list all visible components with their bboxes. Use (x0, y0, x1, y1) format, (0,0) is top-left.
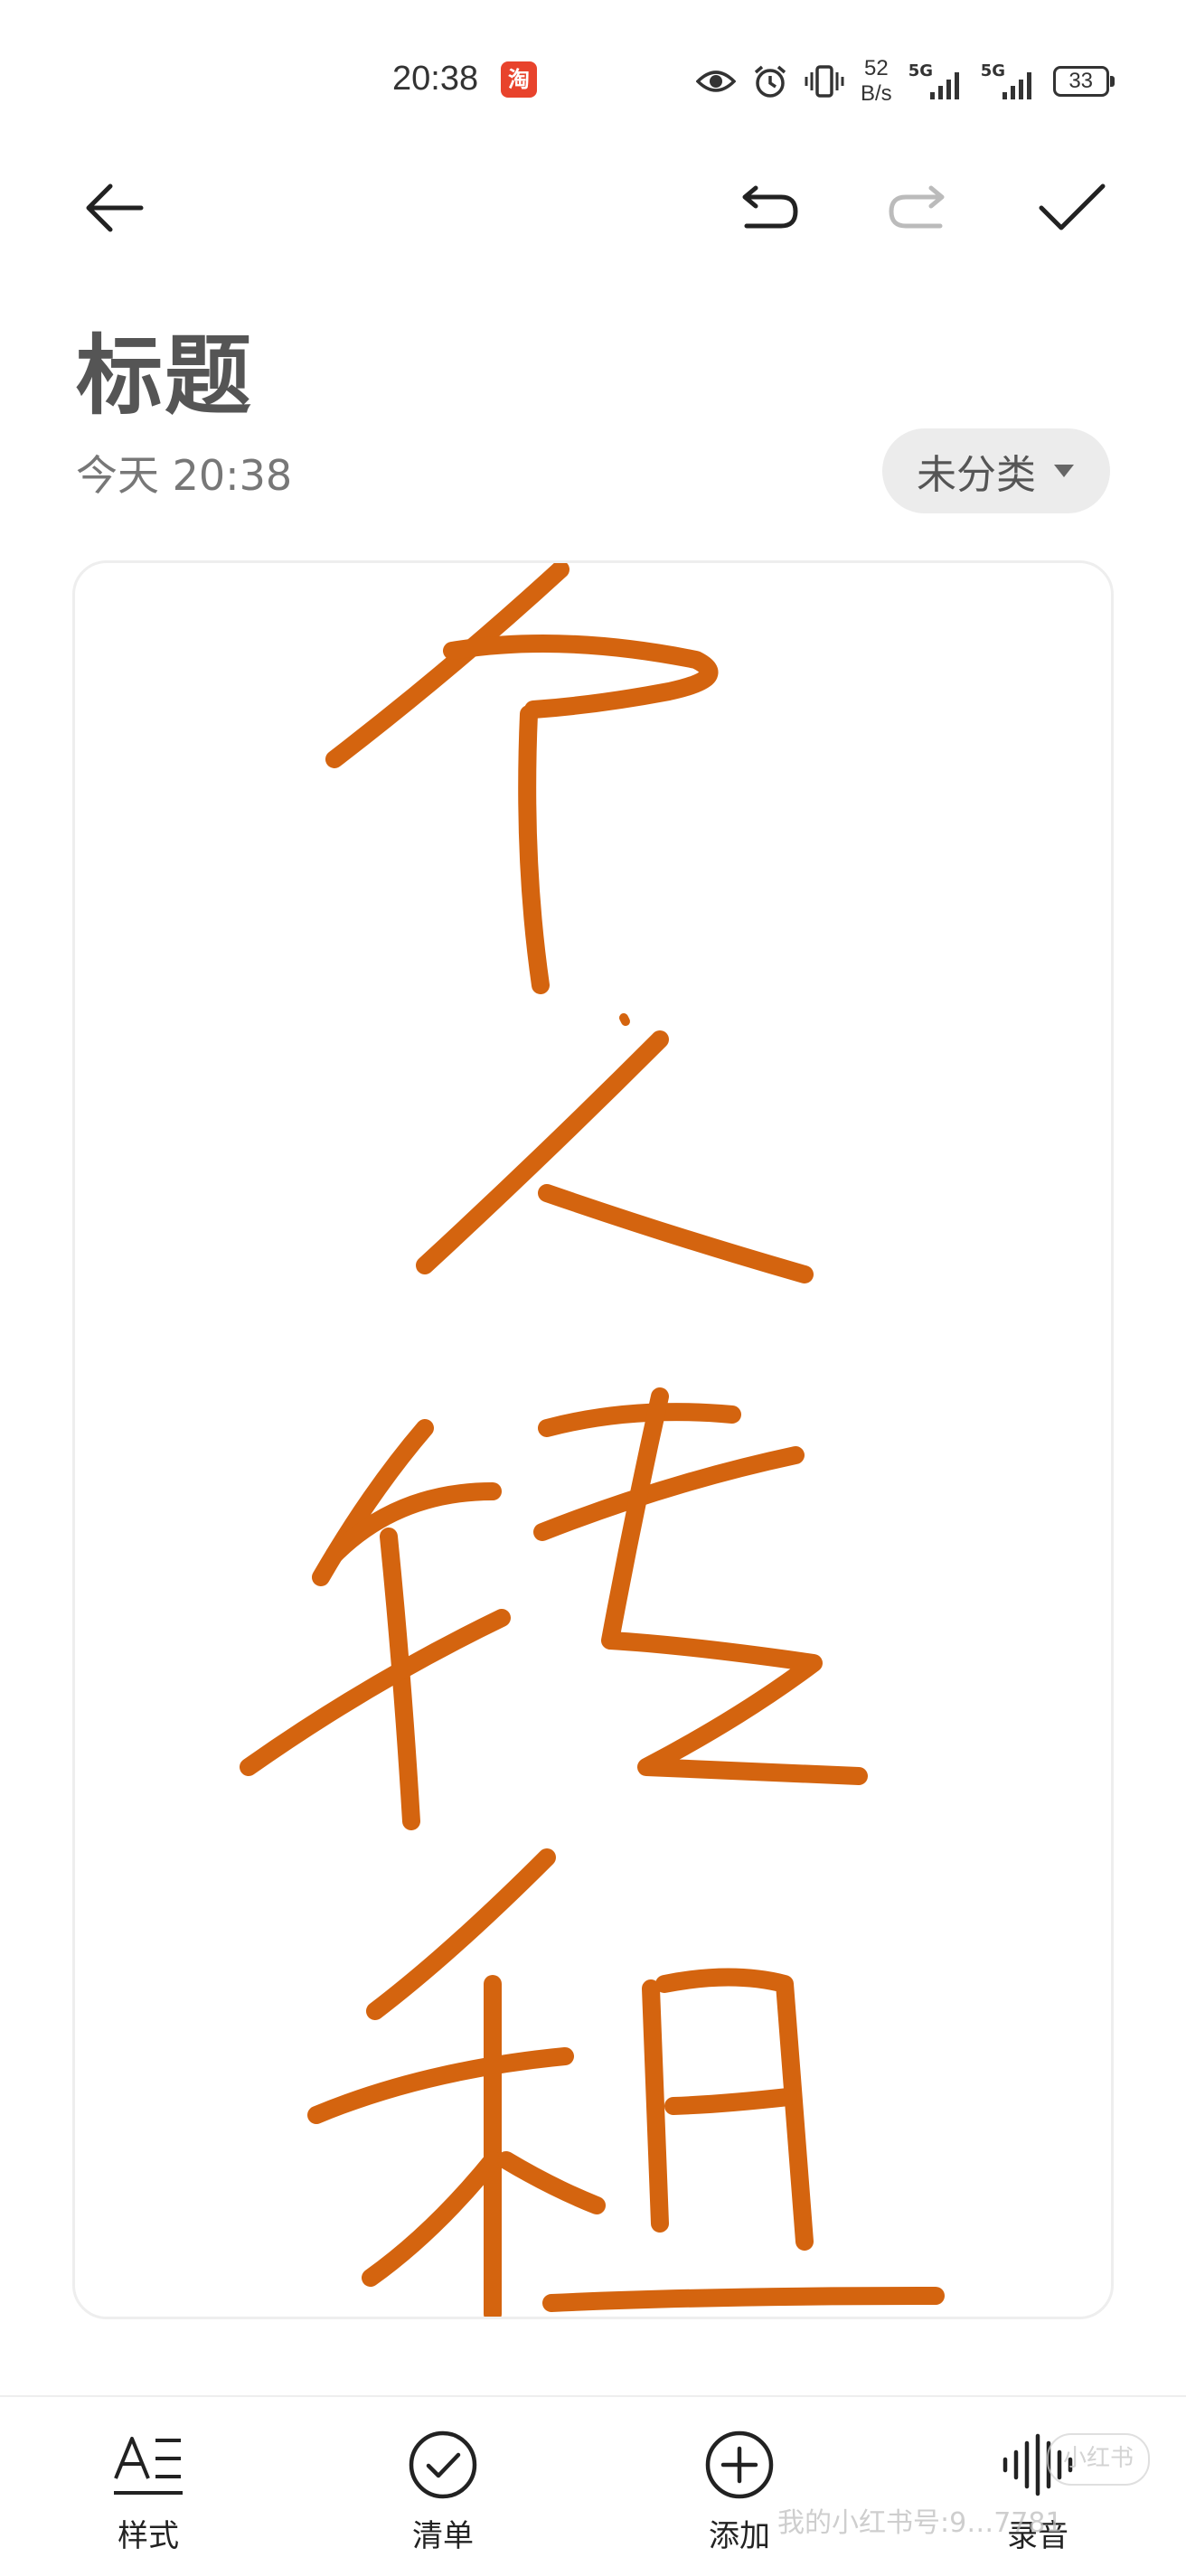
status-time: 20:38 (392, 60, 479, 98)
category-label: 未分类 (917, 452, 1036, 498)
stroke (619, 1013, 630, 1026)
checklist-icon (409, 2430, 477, 2499)
stroke (240, 1609, 511, 1776)
redo-button[interactable] (871, 163, 962, 253)
status-bar: 20:38 淘 52 B/s 5G 5G 33 (0, 45, 1186, 118)
text-style-icon (114, 2437, 183, 2495)
signal-5g-1: 5G (908, 61, 965, 101)
stroke (601, 1387, 868, 1785)
check-icon (1039, 183, 1106, 230)
stroke (538, 1403, 741, 1437)
stroke (533, 1446, 805, 1541)
alarm-icon (754, 65, 786, 98)
stroke (416, 1030, 669, 1274)
note-toolbar (0, 163, 1186, 253)
signal-5g-2: 5G (981, 61, 1037, 101)
ink-strokes (240, 563, 945, 2317)
stroke (362, 2151, 502, 2287)
stroke (443, 635, 719, 719)
back-button[interactable] (69, 163, 159, 253)
arrow-left-icon (86, 183, 144, 232)
taobao-app-icon: 淘 (501, 61, 537, 98)
watermark-text: 我的小红书号:9…7781 (777, 2507, 1063, 2539)
handwriting-canvas[interactable] (72, 560, 1114, 2319)
status-icons: 52 B/s 5G 5G 33 (696, 52, 1115, 110)
undo-icon (742, 185, 798, 229)
stroke (664, 2088, 797, 2115)
watermark-logo: 小红书 (1047, 2433, 1150, 2486)
network-speed: 52 B/s (861, 56, 892, 106)
add-label: 添加 (709, 2518, 770, 2554)
stroke (518, 705, 550, 994)
add-button[interactable]: 添加 (667, 2424, 812, 2569)
bottom-action-bar: 样式 清单 添加 录音 (0, 2395, 1186, 2576)
handwriting-strokes (240, 563, 945, 2317)
checklist-button[interactable]: 清单 (371, 2424, 515, 2569)
add-circle-icon (705, 2430, 774, 2499)
undo-button[interactable] (725, 163, 815, 253)
battery-indicator: 33 (1052, 66, 1115, 97)
stroke (366, 1848, 556, 2020)
signal-bars-icon (1002, 72, 1031, 99)
checklist-label: 清单 (412, 2518, 474, 2554)
signal-bars-icon (929, 72, 959, 99)
confirm-button[interactable] (1027, 163, 1117, 253)
vibrate-icon (805, 65, 844, 98)
stroke (642, 1979, 669, 2233)
stroke (497, 2151, 606, 2214)
note-title[interactable]: 标题 (76, 306, 253, 431)
stroke (307, 2047, 574, 2124)
stroke (538, 1184, 814, 1283)
stroke (542, 2287, 945, 2312)
style-label: 样式 (118, 2518, 179, 2554)
note-date: 今天 20:38 (76, 451, 293, 500)
redo-icon (889, 185, 945, 229)
style-button[interactable]: 样式 (76, 2424, 221, 2569)
category-dropdown[interactable]: 未分类 (882, 428, 1110, 513)
eye-icon (696, 71, 736, 92)
caret-down-icon (1054, 465, 1074, 477)
